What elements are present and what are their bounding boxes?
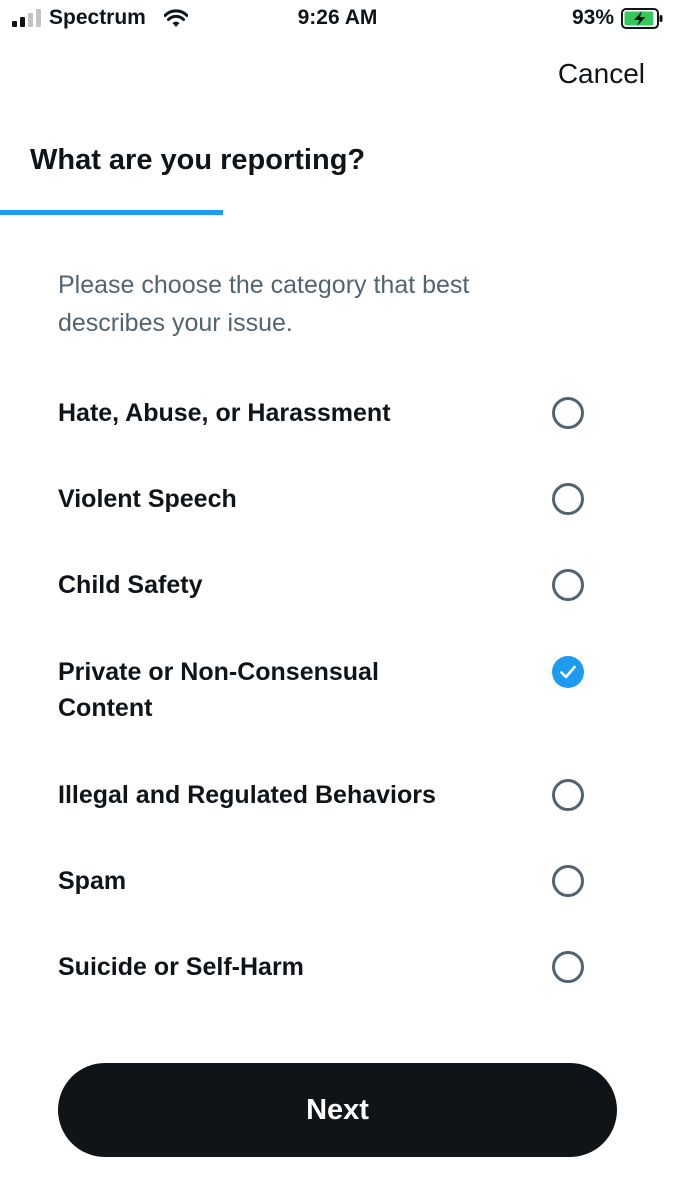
option-label: Child Safety bbox=[58, 571, 203, 599]
option-label: Suicide or Self-Harm bbox=[58, 953, 304, 981]
status-bar: Spectrum 9:26 AM 93% bbox=[0, 0, 675, 40]
battery-percentage: 93% bbox=[571, 6, 614, 29]
battery-charging-icon bbox=[621, 8, 663, 29]
cancel-button[interactable]: Cancel bbox=[558, 58, 645, 90]
radio-unselected-icon[interactable] bbox=[552, 483, 584, 515]
option-spam[interactable]: Spam bbox=[58, 863, 618, 899]
instructions-text: Please choose the category that best des… bbox=[58, 271, 470, 337]
option-violent-speech[interactable]: Violent Speech bbox=[58, 481, 618, 517]
option-suicide-self-harm[interactable]: Suicide or Self-Harm bbox=[58, 949, 618, 985]
option-label: Private or Non-Consensual Content bbox=[58, 658, 379, 722]
option-label: Illegal and Regulated Behaviors bbox=[58, 781, 436, 809]
progress-bar bbox=[0, 210, 675, 215]
progress-bar-fill bbox=[0, 210, 223, 215]
option-label: Violent Speech bbox=[58, 485, 237, 513]
radio-selected-check-icon[interactable] bbox=[552, 656, 584, 688]
option-label: Hate, Abuse, or Harassment bbox=[58, 399, 391, 427]
option-private-non-consensual-content[interactable]: Private or Non-Consensual Content bbox=[58, 654, 618, 726]
radio-unselected-icon[interactable] bbox=[552, 397, 584, 429]
option-child-safety[interactable]: Child Safety bbox=[58, 567, 618, 603]
radio-unselected-icon[interactable] bbox=[552, 569, 584, 601]
next-button[interactable]: Next bbox=[58, 1063, 617, 1157]
option-label: Spam bbox=[58, 867, 127, 895]
page-title: What are you reporting? bbox=[30, 144, 366, 176]
option-hate-abuse-harassment[interactable]: Hate, Abuse, or Harassment bbox=[58, 395, 618, 431]
option-illegal-regulated-behaviors[interactable]: Illegal and Regulated Behaviors bbox=[58, 777, 618, 813]
radio-unselected-icon[interactable] bbox=[552, 951, 584, 983]
radio-unselected-icon[interactable] bbox=[552, 865, 584, 897]
checkmark-icon bbox=[560, 665, 576, 679]
radio-unselected-icon[interactable] bbox=[552, 779, 584, 811]
